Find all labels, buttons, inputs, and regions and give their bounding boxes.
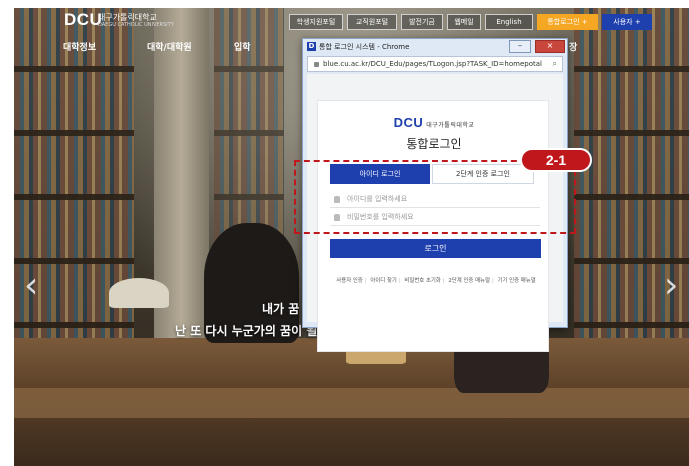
top-link-english[interactable]: English (485, 14, 533, 30)
top-link-staff-portal[interactable]: 교직원포털 (347, 14, 397, 30)
chevron-right-icon[interactable]: › (664, 265, 678, 306)
nav-item-admission[interactable]: 입학 (234, 40, 251, 53)
integrated-login-button[interactable]: 통합로그인 + (537, 14, 598, 30)
hero-text-line1: 내가 꿈 (262, 302, 300, 316)
reading-table-edge (14, 388, 689, 418)
search-icon[interactable]: ⌕ (553, 57, 557, 71)
window-app-icon: D (307, 42, 316, 51)
logo-subtitle-en: DAEGU CATHOLIC UNIVERSITY (98, 22, 174, 28)
url-text: blue.cu.ac.kr/DCU_Edu/pages/TLogon.jsp?T… (323, 60, 542, 68)
site-logo[interactable]: DCU (64, 10, 102, 30)
step-badge: 2-1 (520, 148, 592, 172)
link-reset-password[interactable]: 비밀번호 초기화 (404, 278, 440, 284)
login-help-links: 사용자 인증 | 아이디 찾기 | 비밀번호 초기화 | 2단계 인증 매뉴얼 | 기기… (336, 278, 536, 284)
window-title: 통합 로그인 시스템 - Chrome (319, 43, 410, 51)
login-brand: DCU 대구가톨릭대학교 (302, 115, 566, 130)
minimize-icon[interactable]: – (509, 40, 531, 53)
close-icon[interactable]: × (535, 40, 565, 53)
nav-item-colleges[interactable]: 대학/대학원 (147, 40, 192, 53)
address-bar[interactable]: blue.cu.ac.kr/DCU_Edu/pages/TLogon.jsp?T… (307, 56, 563, 72)
nav-item-partial[interactable]: 장 (569, 40, 577, 53)
login-button[interactable]: 로그인 (330, 239, 541, 258)
user-button[interactable]: 사용자 + (602, 14, 652, 30)
link-device-manual[interactable]: 기기 인증 매뉴얼 (498, 278, 536, 284)
link-find-id[interactable]: 아이디 찾기 (370, 278, 397, 284)
nav-item-university-info[interactable]: 대학정보 (63, 40, 96, 53)
top-link-student-portal[interactable]: 학생지원포털 (289, 14, 343, 30)
desk-lamp (109, 278, 169, 308)
top-link-webmail[interactable]: 웹메일 (447, 14, 481, 30)
login-brand-sub: 대구가톨릭대학교 (426, 123, 475, 129)
login-brand-logo: DCU (393, 115, 424, 130)
link-user-auth[interactable]: 사용자 인증 (336, 278, 363, 284)
link-2fa-manual[interactable]: 2단계 인증 매뉴얼 (448, 278, 490, 284)
lock-icon (314, 61, 319, 67)
chevron-left-icon[interactable]: ‹ (24, 265, 38, 306)
top-link-fund[interactable]: 발전기금 (401, 14, 443, 30)
